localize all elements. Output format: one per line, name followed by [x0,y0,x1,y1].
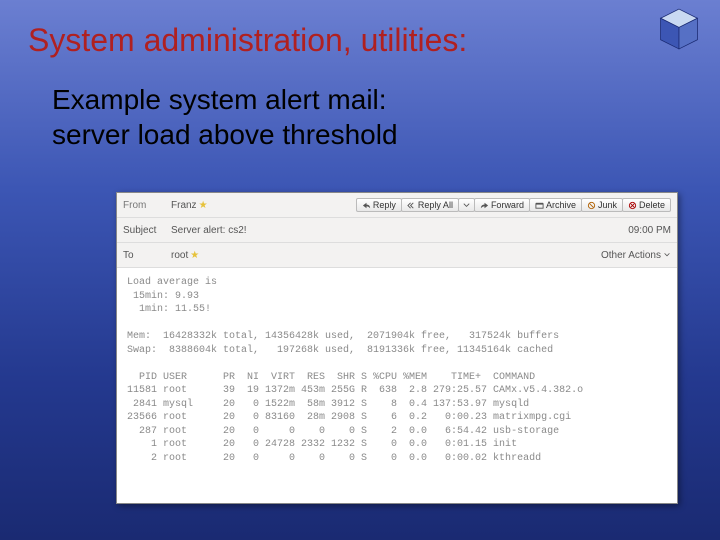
delete-label: Delete [639,200,665,210]
subject-label: Subject [123,225,165,236]
reply-all-dropdown[interactable] [458,198,475,212]
subtitle-line-1: Example system alert mail: [52,84,387,115]
other-actions-label: Other Actions [601,250,661,261]
reply-label: Reply [373,200,396,210]
reply-all-label: Reply All [418,200,453,210]
archive-button[interactable]: Archive [529,198,582,212]
delete-button[interactable]: Delete [622,198,671,212]
chevron-down-icon [663,251,671,259]
mail-window: From Franz★ Reply Reply All Forward Arc [116,192,678,504]
reply-button[interactable]: Reply [356,198,402,212]
delete-icon [628,201,637,210]
to-label: To [123,250,165,261]
from-text: Franz [171,200,197,211]
junk-button[interactable]: Junk [581,198,623,212]
forward-icon [480,201,489,210]
junk-label: Junk [598,200,617,210]
other-actions-menu[interactable]: Other Actions [601,250,671,261]
slide-title: System administration, utilities: [28,22,467,59]
to-text: root [171,250,188,261]
reply-all-icon [407,201,416,210]
to-value: root★ [171,250,199,261]
subtitle-line-2: server load above threshold [52,119,398,150]
subject-value: Server alert: cs2! [171,225,247,236]
star-icon[interactable]: ★ [190,250,199,261]
mail-body: Load average is 15min: 9.93 1min: 11.55!… [117,268,677,473]
archive-icon [535,201,544,210]
reply-all-button[interactable]: Reply All [401,198,459,212]
from-value: Franz★ [171,200,351,211]
chevron-down-icon [462,201,471,210]
junk-icon [587,201,596,210]
from-label: From [123,200,165,211]
mail-header-subject-row: Subject Server alert: cs2! 09:00 PM [117,218,677,243]
slide-subtitle: Example system alert mail: server load a… [52,82,398,152]
mail-time: 09:00 PM [628,225,671,236]
mail-toolbar: Reply Reply All Forward Archive Junk [357,198,671,212]
mail-header-to-row: To root★ Other Actions [117,243,677,268]
mail-header-from-row: From Franz★ Reply Reply All Forward Arc [117,193,677,218]
star-icon[interactable]: ★ [199,200,208,211]
forward-button[interactable]: Forward [474,198,530,212]
forward-label: Forward [491,200,524,210]
reply-icon [362,201,371,210]
cube-logo-icon [656,6,702,52]
archive-label: Archive [546,200,576,210]
